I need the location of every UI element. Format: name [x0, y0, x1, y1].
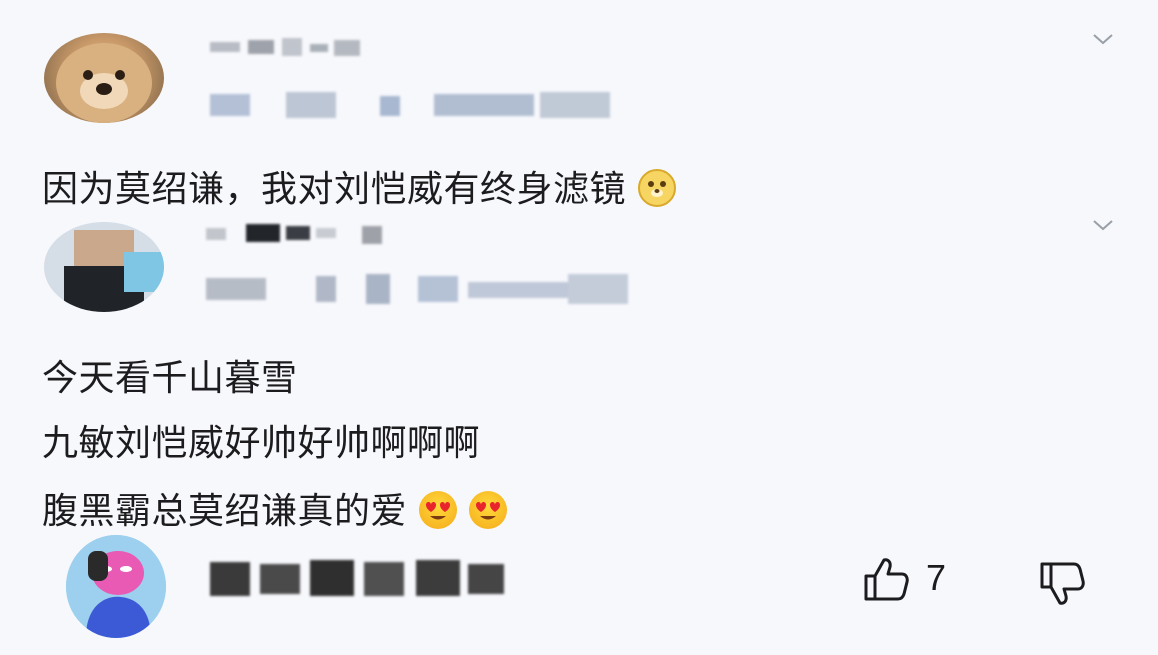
comment-line: 腹黑霸总莫绍谦真的爱: [42, 490, 507, 534]
heart-eyes-emoji: [418, 491, 457, 529]
heart-eyes-emoji: [468, 491, 507, 529]
comment-line: 九敏刘恺威好帅好帅啊啊啊: [42, 423, 481, 464]
dog-face-emoji: [637, 169, 676, 207]
like-count: 7: [926, 557, 947, 598]
username-blurred: [210, 556, 510, 606]
comment-meta-blurred: [206, 272, 636, 310]
comment-line: 今天看千山暮雪: [42, 358, 298, 399]
thumbs-up-icon[interactable]: [862, 556, 910, 602]
user-avatar[interactable]: [44, 33, 164, 123]
comment-text: 因为莫绍谦，我对刘恺威有终身滤镜: [42, 168, 676, 212]
comment-meta-blurred: [210, 90, 610, 124]
username-blurred: [206, 222, 386, 250]
chevron-down-icon[interactable]: [1092, 219, 1114, 231]
username-blurred: [210, 38, 360, 62]
user-avatar[interactable]: [66, 535, 166, 638]
user-avatar[interactable]: [44, 222, 164, 312]
thumbs-down-icon[interactable]: [1038, 560, 1086, 606]
chevron-down-icon[interactable]: [1092, 33, 1114, 45]
